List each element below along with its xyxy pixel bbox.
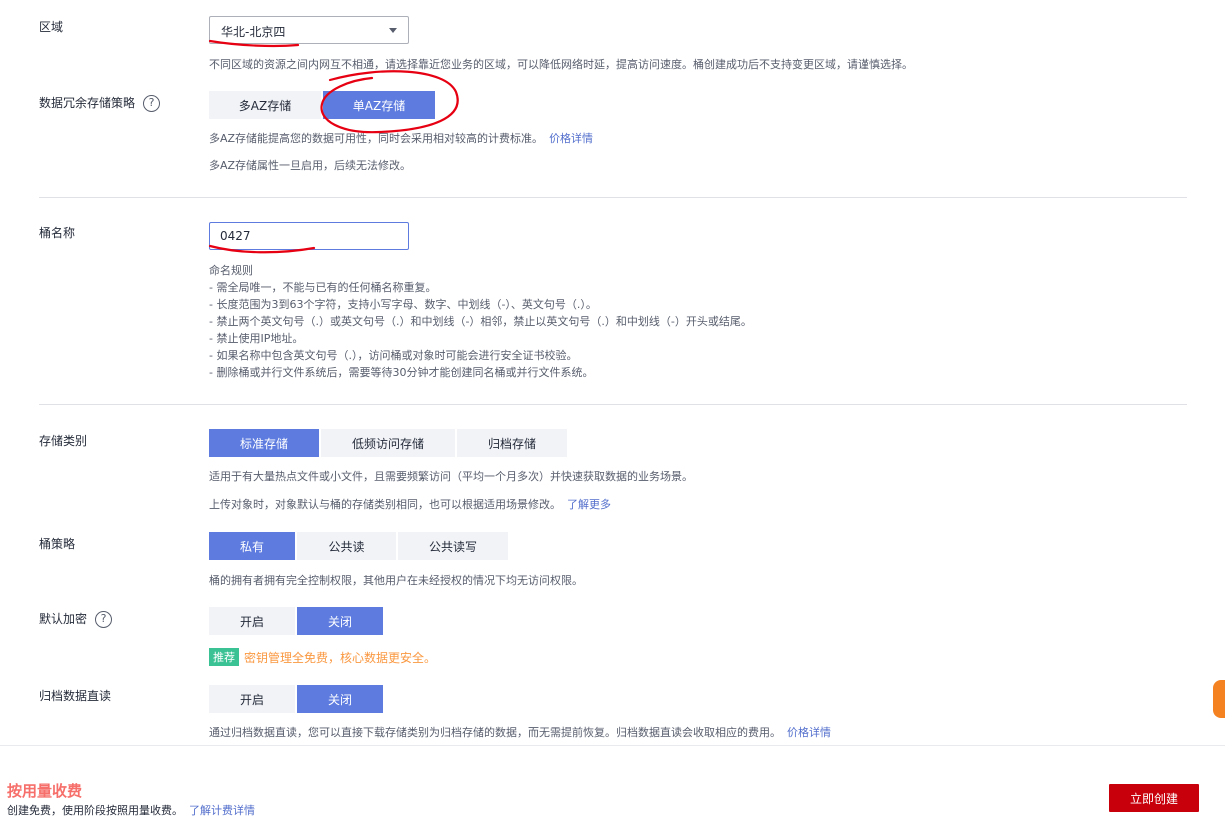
footer-bar: 按用量收费 创建免费，使用阶段按照用量收费。 了解计费详情 立即创建 [0,745,1225,830]
redundancy-label-text: 数据冗余存储策略 [39,96,136,110]
encryption-label: 默认加密? [39,610,113,628]
naming-rule: - 删除桶或并行文件系统后，需要等待30分钟才能创建同名桶或并行文件系统。 [209,366,594,379]
region-label: 区域 [39,20,64,34]
redundancy-label: 数据冗余存储策略? [39,94,161,112]
billing-title: 按用量收费 [7,782,83,800]
archive-read-hint: 通过归档数据直读，您可以直接下载存储类别为归档存储的数据，而无需提前恢复。归档数… [209,724,831,740]
storage-class-hint: 适用于有大量热点文件或小文件，且需要频繁访问（平均一个月多次）并快速获取数据的业… [209,470,693,483]
naming-rule: - 如果名称中包含英文句号（.），访问桶或对象时可能会进行安全证书校验。 [209,349,578,362]
archive-price-link[interactable]: 价格详情 [787,726,831,739]
section-divider [39,404,1187,405]
billing-subtitle: 创建免费，使用阶段按照用量收费。 了解计费详情 [7,802,255,818]
region-selected-value: 华北-北京四 [221,25,286,39]
naming-rule: - 禁止两个英文句号（.）或英文句号（.）和中划线（-）相邻，禁止以英文句号（.… [209,315,752,328]
archive-read-on-button[interactable]: 开启 [209,685,295,713]
naming-rules-title: 命名规则 [209,264,253,277]
encryption-on-button[interactable]: 开启 [209,607,295,635]
encryption-label-text: 默认加密 [39,612,88,626]
bucket-policy-hint: 桶的拥有者拥有完全控制权限，其他用户在未经授权的情况下均无访问权限。 [209,574,583,587]
archive-read-hint-text: 通过归档数据直读，您可以直接下载存储类别为归档存储的数据，而无需提前恢复。归档数… [209,726,781,739]
archive-read-label: 归档数据直读 [39,689,112,703]
redundancy-segmented: 多AZ存储 单AZ存储 [209,91,435,119]
encryption-promo-text: 密钥管理全免费，核心数据更安全。 [244,650,437,665]
bucket-name-value: 0427 [220,229,251,243]
archive-read-segmented: 开启 关闭 [209,685,383,713]
learn-more-link[interactable]: 了解更多 [567,498,611,511]
redundancy-hint-text: 多AZ存储能提高您的数据可用性，同时会采用相对较高的计费标准。 [209,132,544,145]
encryption-off-button[interactable]: 关闭 [297,607,383,635]
redundancy-hint: 多AZ存储能提高您的数据可用性，同时会采用相对较高的计费标准。 价格详情 [209,130,593,146]
single-az-button[interactable]: 单AZ存储 [323,91,435,119]
region-select[interactable]: 华北-北京四 [209,16,409,44]
create-now-button[interactable]: 立即创建 [1109,784,1199,812]
naming-rules: 命名规则 - 需全局唯一，不能与已有的任何桶名称重复。 - 长度范围为3到63个… [209,262,752,381]
bucket-policy-segmented: 私有 公共读 公共读写 [209,532,508,560]
naming-rule: - 长度范围为3到63个字符，支持小写字母、数字、中划线（-）、英文句号（.）。 [209,298,597,311]
help-icon[interactable]: ? [95,611,113,628]
billing-details-link[interactable]: 了解计费详情 [189,804,255,817]
billing-subtitle-text: 创建免费，使用阶段按照用量收费。 [7,804,183,817]
bucket-policy-label: 桶策略 [39,537,76,551]
recommend-tag: 推荐 [209,648,239,666]
price-details-link[interactable]: 价格详情 [549,132,593,145]
archive-read-off-button[interactable]: 关闭 [297,685,383,713]
encryption-promo: 推荐 密钥管理全免费，核心数据更安全。 [209,648,436,666]
chevron-down-icon [389,28,397,33]
storage-class-note: 上传对象时，对象默认与桶的存储类别相同，也可以根据适用场景修改。 了解更多 [209,496,611,512]
encryption-segmented: 开启 关闭 [209,607,383,635]
naming-rule: - 禁止使用IP地址。 [209,332,304,345]
storage-class-note-text: 上传对象时，对象默认与桶的存储类别相同，也可以根据适用场景修改。 [209,498,561,511]
public-read-write-button[interactable]: 公共读写 [398,532,508,560]
redundancy-note: 多AZ存储属性一旦启用，后续无法修改。 [209,159,412,172]
bucket-name-label: 桶名称 [39,226,76,240]
floating-help-widget[interactable] [1213,680,1225,718]
red-annotation-marks [208,39,459,254]
private-button[interactable]: 私有 [209,532,295,560]
naming-rule: - 需全局唯一，不能与已有的任何桶名称重复。 [209,281,437,294]
archive-storage-button[interactable]: 归档存储 [457,429,567,457]
multi-az-button[interactable]: 多AZ存储 [209,91,321,119]
infrequent-storage-button[interactable]: 低频访问存储 [321,429,455,457]
bucket-name-input[interactable]: 0427 [209,222,409,250]
storage-class-segmented: 标准存储 低频访问存储 归档存储 [209,429,567,457]
standard-storage-button[interactable]: 标准存储 [209,429,319,457]
region-hint: 不同区域的资源之间内网互不相通，请选择靠近您业务的区域，可以降低网络时延，提高访… [209,58,913,71]
public-read-button[interactable]: 公共读 [297,532,396,560]
storage-class-label: 存储类别 [39,434,88,448]
help-icon[interactable]: ? [143,95,161,112]
section-divider [39,197,1187,198]
